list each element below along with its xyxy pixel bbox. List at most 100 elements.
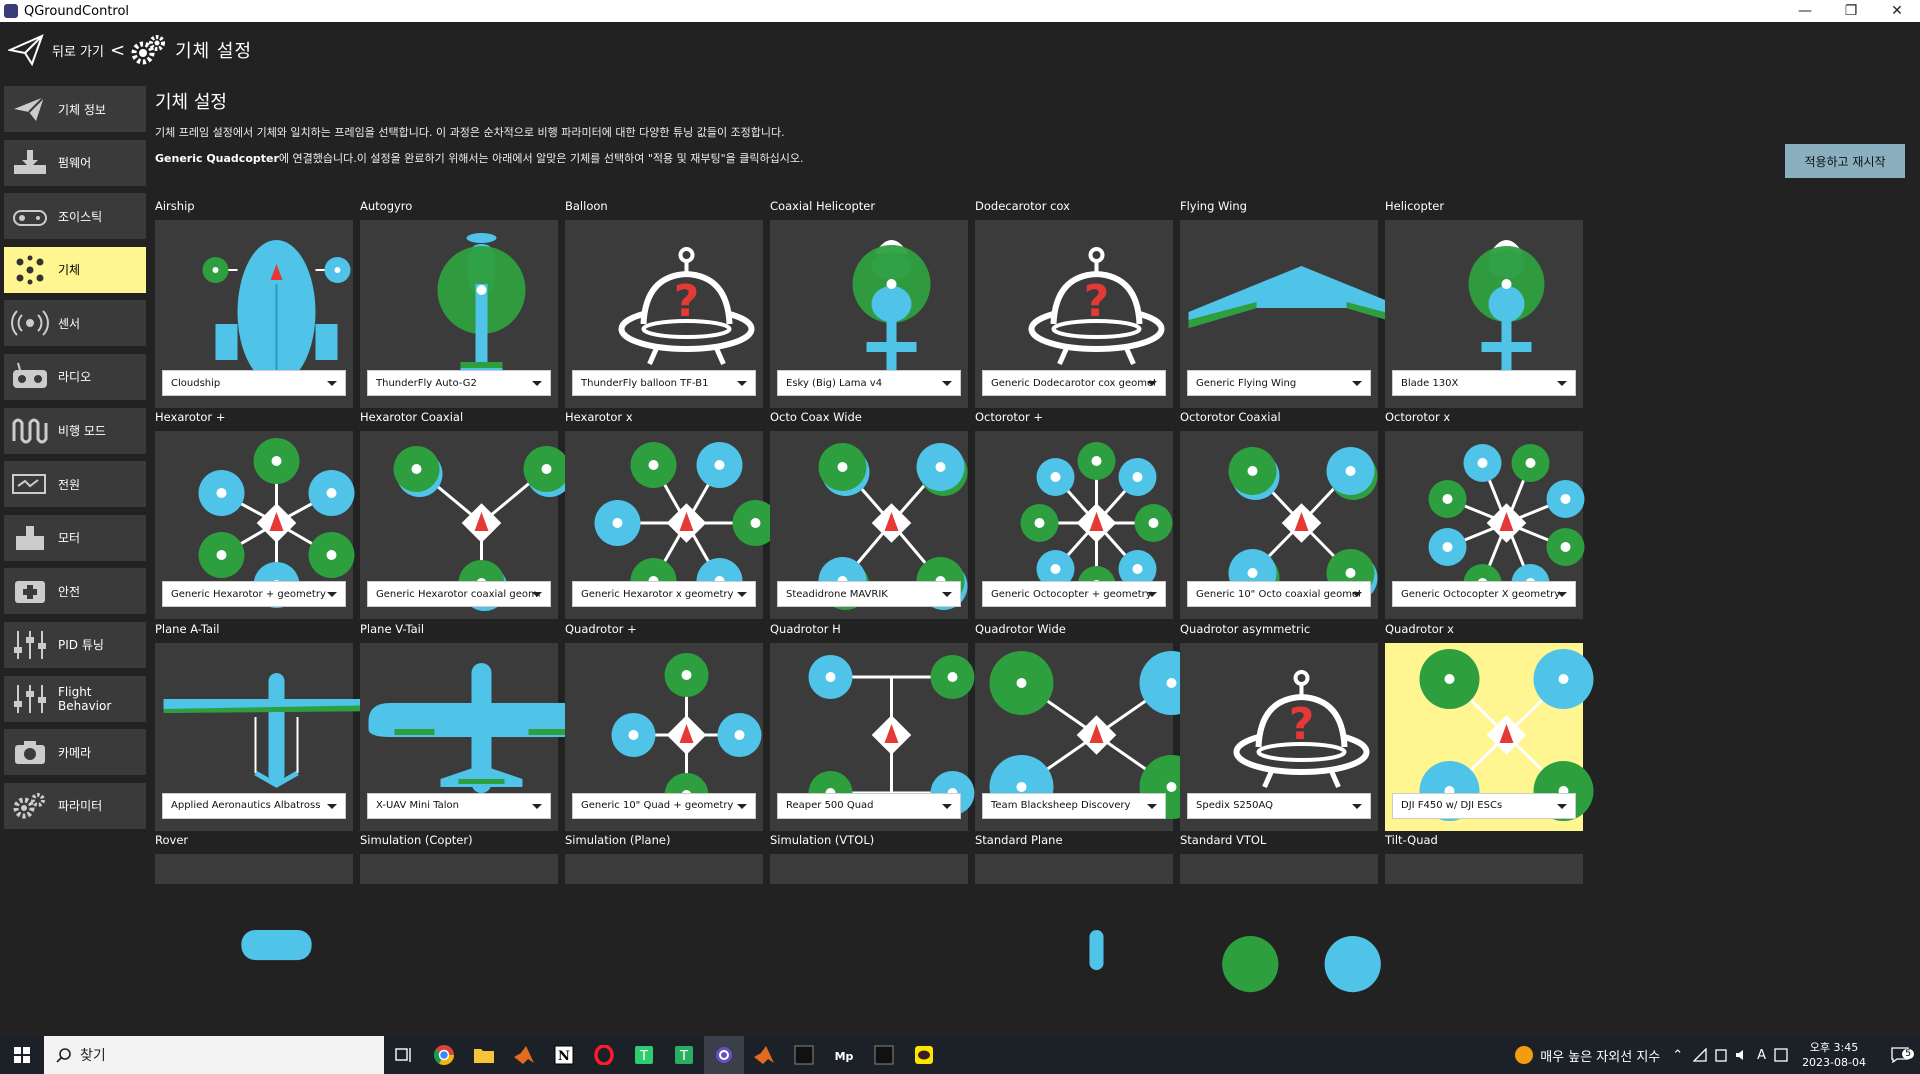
- airframe-model-select[interactable]: Applied Aeronautics Albatross: [162, 792, 346, 819]
- airframe-card[interactable]: Simulation (Plane): [565, 832, 763, 1036]
- chrome-icon[interactable]: [424, 1036, 464, 1074]
- airframe-model-select[interactable]: Generic Hexarotor x geometry: [572, 581, 756, 608]
- kakaotalk-icon[interactable]: [904, 1036, 944, 1074]
- keyboard-layout-icon[interactable]: [1774, 1048, 1788, 1062]
- tray-overflow-icon[interactable]: ⌃: [1672, 1048, 1683, 1063]
- airframe-model-select[interactable]: ThunderFly balloon TF-B1: [572, 370, 756, 396]
- input-method-indicator[interactable]: A: [1757, 1048, 1766, 1063]
- airframe-model-select[interactable]: Blade 130X: [1392, 370, 1576, 396]
- airframe-panel[interactable]: Team Blacksheep Discovery: [975, 642, 1204, 831]
- airframe-model-select[interactable]: Team Blacksheep Discovery: [982, 792, 1166, 819]
- airframe-model-select[interactable]: Generic Hexarotor coaxial geometry: [367, 581, 551, 608]
- sidebar-item-5[interactable]: 센서: [4, 300, 146, 347]
- airframe-model-select[interactable]: DJI F450 w/ DJI ESCs: [1392, 792, 1576, 819]
- qgroundcontrol-taskbar-icon[interactable]: [704, 1036, 744, 1074]
- sidebar-item-1[interactable]: 기체 정보: [4, 86, 146, 132]
- apply-and-restart-button[interactable]: 적용하고 재시작: [1785, 144, 1905, 178]
- airframe-panel[interactable]: Steadidrone MAVRIK: [770, 431, 968, 620]
- airframe-panel[interactable]: Generic Hexarotor x geometry: [565, 431, 779, 620]
- airframe-panel[interactable]: [1180, 853, 1381, 993]
- airframe-model-select[interactable]: Cloudship: [162, 370, 346, 396]
- airframe-model-select[interactable]: Generic Hexarotor + geometry: [162, 581, 346, 608]
- airframe-panel[interactable]: ? Generic Dodecarotor cox geometry: [975, 220, 1173, 408]
- airframe-panel[interactable]: Generic Octocopter X geometry: [1385, 431, 1585, 620]
- sidebar-item-13[interactable]: 카메라: [4, 729, 146, 776]
- uv-weather-icon[interactable]: [1514, 1045, 1534, 1065]
- airframe-model-select[interactable]: ThunderFly Auto-G2: [367, 370, 551, 396]
- rv-tactics-icon[interactable]: [784, 1036, 824, 1074]
- airframe-panel[interactable]: Generic Hexarotor + geometry: [155, 431, 355, 620]
- close-button[interactable]: ✕: [1874, 0, 1920, 22]
- opera-icon[interactable]: [584, 1036, 624, 1074]
- matlab-icon[interactable]: [504, 1036, 544, 1074]
- airframe-panel[interactable]: [565, 853, 763, 884]
- matlab-2-icon[interactable]: [744, 1036, 784, 1074]
- windows-start-button[interactable]: [0, 1036, 44, 1074]
- airframe-panel[interactable]: X-UAV Mini Talon: [360, 642, 595, 831]
- notion-icon[interactable]: N: [544, 1036, 584, 1074]
- sidebar-item-9[interactable]: 모터: [4, 514, 146, 561]
- airframe-panel[interactable]: [155, 853, 353, 960]
- sidebar-item-6[interactable]: 라디오: [4, 353, 146, 400]
- mp-icon[interactable]: Mp: [824, 1036, 864, 1074]
- notification-center-icon[interactable]: 5: [1880, 1047, 1920, 1063]
- airframe-model-select[interactable]: Generic 10" Octo coaxial geometry: [1187, 581, 1371, 608]
- tactical-viewer-icon[interactable]: [864, 1036, 904, 1074]
- sidebar-item-12[interactable]: Flight Behavior: [4, 675, 146, 722]
- airframe-card[interactable]: Simulation (VTOL): [770, 832, 968, 1036]
- airframe-model-select[interactable]: Generic Flying Wing: [1187, 370, 1371, 396]
- green-app-icon[interactable]: T: [624, 1036, 664, 1074]
- airframe-card[interactable]: Rover: [155, 832, 353, 1036]
- airframe-panel[interactable]: Generic Octocopter + geometry: [975, 431, 1173, 620]
- sidebar-item-4[interactable]: 기체: [4, 246, 146, 293]
- paper-plane-icon[interactable]: [8, 34, 44, 66]
- green-app-2-icon[interactable]: T: [664, 1036, 704, 1074]
- weather-status[interactable]: 매우 높은 자외선 지수: [1540, 1046, 1660, 1065]
- taskbar-clock[interactable]: 오후 3:45 2023-08-04: [1802, 1040, 1866, 1070]
- sidebar-item-10[interactable]: 안전: [4, 568, 146, 615]
- volume-icon[interactable]: [1735, 1048, 1749, 1062]
- file-explorer-icon[interactable]: [464, 1036, 504, 1074]
- sidebar-item-2[interactable]: 펌웨어: [4, 139, 146, 186]
- airframe-model-select[interactable]: Generic Octocopter X geometry: [1392, 581, 1576, 608]
- battery-icon[interactable]: [1715, 1048, 1727, 1062]
- airframe-model-select[interactable]: Spedix S250AQ: [1187, 792, 1371, 819]
- airframe-panel[interactable]: Cloudship: [155, 220, 353, 408]
- airframe-panel[interactable]: Generic Hexarotor coaxial geometry: [360, 431, 573, 620]
- minimize-button[interactable]: —: [1782, 0, 1828, 22]
- sidebar-item-14[interactable]: 파라미터: [4, 782, 146, 829]
- restore-button[interactable]: ❐: [1828, 0, 1874, 22]
- airframe-panel[interactable]: Reaper 500 Quad: [770, 642, 975, 831]
- airframe-panel[interactable]: [770, 853, 968, 884]
- airframe-panel[interactable]: DJI F450 w/ DJI ESCs: [1385, 642, 1594, 831]
- airframe-panel[interactable]: Generic 10" Octo coaxial geometry: [1180, 431, 1378, 620]
- airframe-panel[interactable]: Generic 10" Quad + geometry: [565, 642, 763, 831]
- airframe-card[interactable]: Tilt-Quad: [1385, 832, 1583, 1036]
- airframe-panel[interactable]: ThunderFly Auto-G2: [360, 220, 558, 408]
- airframe-panel[interactable]: Esky (Big) Lama v4: [770, 220, 968, 408]
- airframe-panel[interactable]: Applied Aeronautics Albatross: [155, 642, 390, 831]
- task-view-icon[interactable]: [384, 1036, 424, 1074]
- airframe-model-select[interactable]: Reaper 500 Quad: [777, 792, 961, 819]
- airframe-panel[interactable]: Generic Flying Wing: [1180, 220, 1415, 408]
- sidebar-item-3[interactable]: 조이스틱: [4, 193, 146, 240]
- network-icon[interactable]: [1693, 1048, 1707, 1062]
- sidebar-item-11[interactable]: PID 튜닝: [4, 621, 146, 668]
- sidebar-item-7[interactable]: 비행 모드: [4, 407, 146, 454]
- airframe-panel[interactable]: Blade 130X: [1385, 220, 1583, 408]
- taskbar-search-box[interactable]: 찾기: [44, 1036, 384, 1074]
- airframe-card[interactable]: Standard Plane: [975, 832, 1173, 1036]
- airframe-model-select[interactable]: Steadidrone MAVRIK: [777, 581, 961, 608]
- sidebar-item-8[interactable]: 전원: [4, 461, 146, 508]
- airframe-model-select[interactable]: X-UAV Mini Talon: [367, 792, 551, 819]
- airframe-panel[interactable]: [1385, 853, 1583, 884]
- airframe-panel[interactable]: [360, 853, 558, 884]
- airframe-panel[interactable]: [975, 853, 1173, 970]
- airframe-model-select[interactable]: Esky (Big) Lama v4: [777, 370, 961, 396]
- airframe-card[interactable]: Simulation (Copter): [360, 832, 558, 1036]
- airframe-card[interactable]: Standard VTOL: [1180, 832, 1381, 1036]
- airframe-model-select[interactable]: Generic Dodecarotor cox geometry: [982, 370, 1166, 396]
- airframe-model-select[interactable]: Generic 10" Quad + geometry: [572, 792, 756, 819]
- airframe-model-select[interactable]: Generic Octocopter + geometry: [982, 581, 1166, 608]
- airframe-panel[interactable]: ? ThunderFly balloon TF-B1: [565, 220, 763, 408]
